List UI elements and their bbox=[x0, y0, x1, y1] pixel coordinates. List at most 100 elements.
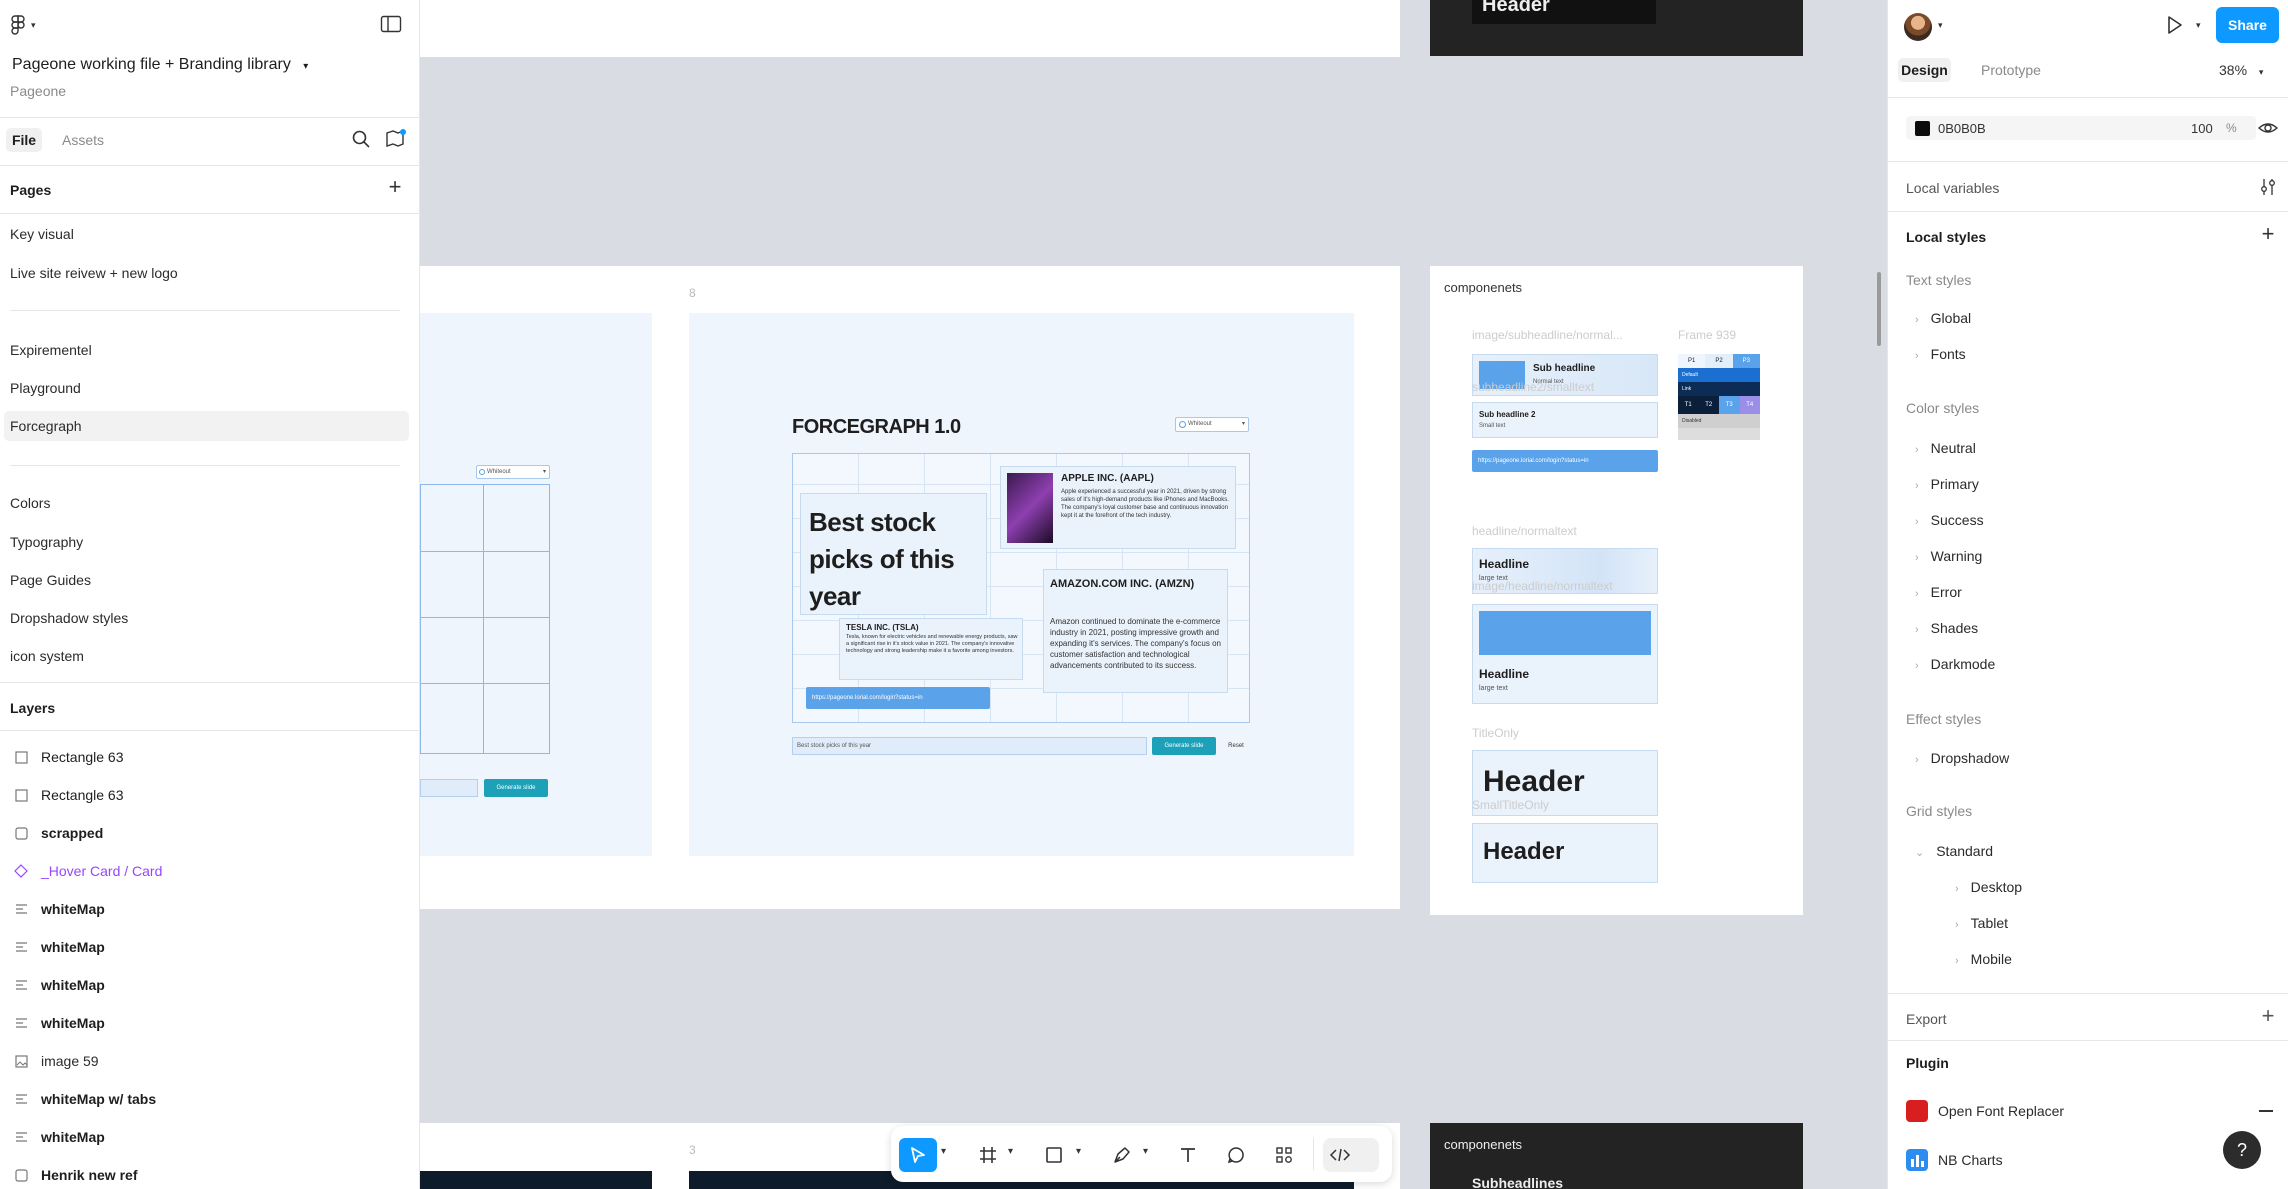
comment-tool-button[interactable] bbox=[1221, 1140, 1251, 1170]
slide-left-partial[interactable]: Whiteout ▾ Generate slide bbox=[420, 313, 652, 856]
grid-item-desktop[interactable]: › Desktop bbox=[1955, 879, 2022, 895]
reset-button[interactable]: Reset bbox=[1223, 737, 1249, 755]
tab-p2[interactable]: P2 bbox=[1705, 354, 1733, 368]
canvas[interactable]: Header 8 Whiteout ▾ Generate slide FORCE… bbox=[420, 0, 1887, 1189]
page-item-playground[interactable]: Playground bbox=[10, 380, 81, 396]
tab-design[interactable]: Design bbox=[1898, 58, 1951, 82]
page-item-icon-system[interactable]: icon system bbox=[10, 648, 84, 664]
local-variables-label[interactable]: Local variables bbox=[1906, 180, 1999, 196]
color-group-warning[interactable]: › Warning bbox=[1915, 548, 1982, 564]
fill-swatch[interactable] bbox=[1915, 121, 1930, 136]
color-group-darkmode[interactable]: › Darkmode bbox=[1915, 656, 1995, 672]
search-layers-button[interactable] bbox=[351, 129, 371, 149]
remove-plugin-button[interactable] bbox=[2259, 1110, 2273, 1112]
frame-bottom-components[interactable]: componenets Subheadlines bbox=[1430, 1123, 1803, 1189]
move-tool-button[interactable] bbox=[899, 1138, 937, 1172]
layer-row[interactable]: whiteMap bbox=[0, 928, 420, 966]
comp-frame939[interactable]: P1 P2 P3 Default Link T1 T2 T3 T4 Disabl… bbox=[1678, 354, 1760, 440]
pen-tool-caret-icon[interactable]: ▾ bbox=[1143, 1146, 1148, 1157]
tab-p1[interactable]: P1 bbox=[1678, 354, 1706, 368]
page-item-typography[interactable]: Typography bbox=[10, 534, 83, 550]
layer-row[interactable]: whiteMap bbox=[0, 966, 420, 1004]
project-name[interactable]: Pageone bbox=[10, 83, 66, 99]
pen-tool-button[interactable] bbox=[1107, 1140, 1137, 1170]
layer-row[interactable]: _Hover Card / Card bbox=[0, 852, 420, 890]
comp-card-sub-headline-2[interactable]: Sub headline 2 Small text bbox=[1472, 402, 1658, 438]
comp-url-bar[interactable]: https://pageone.lorial.com/login?status=… bbox=[1472, 450, 1658, 472]
present-button[interactable] bbox=[2163, 14, 2187, 38]
present-chevron-icon[interactable]: ▾ bbox=[2196, 20, 2201, 31]
frame-forcegraph-board[interactable]: 8 Whiteout ▾ Generate slide FORCEGRAPH 1… bbox=[420, 266, 1400, 909]
frame-top-dark[interactable]: Header bbox=[1430, 0, 1803, 56]
library-button[interactable] bbox=[384, 128, 406, 150]
page-item-live-site[interactable]: Live site reivew + new logo bbox=[10, 265, 178, 281]
add-export-button[interactable]: + bbox=[2258, 1005, 2278, 1027]
tab-t3[interactable]: T3 bbox=[1719, 396, 1740, 414]
avatar[interactable] bbox=[1904, 13, 1932, 41]
avatar-chevron-icon[interactable]: ▾ bbox=[1938, 20, 1943, 31]
dropdown-center[interactable]: Whiteout ▾ bbox=[1175, 417, 1249, 432]
color-group-neutral[interactable]: › Neutral bbox=[1915, 440, 1976, 456]
tab-t1[interactable]: T1 bbox=[1678, 396, 1699, 414]
card-apple[interactable]: APPLE INC. (AAPL) Apple experienced a su… bbox=[1000, 466, 1236, 549]
dev-mode-button[interactable] bbox=[1323, 1138, 1379, 1172]
help-button[interactable]: ? bbox=[2223, 1131, 2261, 1169]
effect-group-dropshadow[interactable]: › Dropshadow bbox=[1915, 750, 2009, 766]
frame-components[interactable]: componenets image/subheadline/normal... … bbox=[1430, 266, 1803, 915]
share-button[interactable]: Share bbox=[2216, 7, 2279, 43]
layer-row[interactable]: whiteMap bbox=[0, 890, 420, 928]
page-item-forcegraph-label[interactable]: Forcegraph bbox=[10, 418, 82, 434]
layer-row[interactable]: whiteMap bbox=[0, 1004, 420, 1042]
visibility-toggle[interactable] bbox=[2257, 118, 2279, 138]
add-page-button[interactable]: + bbox=[384, 176, 406, 199]
search-input-left[interactable] bbox=[420, 779, 478, 797]
zoom-control[interactable]: 38% ▾ bbox=[2219, 62, 2263, 78]
text-tool-button[interactable] bbox=[1173, 1140, 1203, 1170]
main-menu-button[interactable]: ▾ bbox=[10, 14, 46, 36]
url-bar[interactable]: https://pageone.lorial.com/login?status=… bbox=[806, 687, 990, 709]
page-item-colors[interactable]: Colors bbox=[10, 495, 50, 511]
grid-item-tablet[interactable]: › Tablet bbox=[1955, 915, 2008, 931]
tab-prototype[interactable]: Prototype bbox=[1981, 62, 2041, 78]
card-tesla[interactable]: TESLA INC. (TSLA) Tesla, known for elect… bbox=[839, 618, 1023, 680]
slide-search-input[interactable]: Best stock picks of this year bbox=[792, 737, 1147, 755]
page-item-key-visual[interactable]: Key visual bbox=[10, 226, 74, 242]
frame-top-strip[interactable] bbox=[420, 0, 1400, 57]
dropdown-left[interactable]: Whiteout ▾ bbox=[476, 465, 550, 479]
tab-assets[interactable]: Assets bbox=[62, 132, 104, 148]
tab-file[interactable]: File bbox=[6, 128, 42, 152]
grid-group-standard[interactable]: ⌄ Standard bbox=[1915, 843, 1993, 859]
comp-card-small-title-only[interactable]: Header bbox=[1472, 823, 1658, 883]
tab-t2[interactable]: T2 bbox=[1698, 396, 1719, 414]
card-amazon[interactable]: AMAZON.COM INC. (AMZN) Amazon continued … bbox=[1043, 569, 1228, 693]
page-item-dropshadow[interactable]: Dropshadow styles bbox=[10, 610, 128, 626]
add-style-button[interactable]: + bbox=[2258, 223, 2278, 245]
tab-p3[interactable]: P3 bbox=[1732, 354, 1760, 368]
actions-tool-button[interactable] bbox=[1269, 1140, 1299, 1170]
layer-row[interactable]: Rectangle 63 bbox=[0, 738, 420, 776]
generate-button[interactable]: Generate slide bbox=[1152, 737, 1216, 755]
style-group-global[interactable]: › Global bbox=[1915, 310, 1971, 326]
layer-row[interactable]: Rectangle 63 bbox=[0, 776, 420, 814]
color-group-success[interactable]: › Success bbox=[1915, 512, 1984, 528]
page-item-expirementel[interactable]: Expirementel bbox=[10, 342, 92, 358]
color-group-error[interactable]: › Error bbox=[1915, 584, 1962, 600]
shape-tool-button[interactable] bbox=[1039, 1140, 1069, 1170]
plugin-nb-charts[interactable]: NB Charts bbox=[1906, 1147, 2266, 1173]
layer-row[interactable]: whiteMap bbox=[0, 1118, 420, 1156]
slide-forcegraph[interactable]: FORCEGRAPH 1.0 Whiteout ▾ Best stock pic… bbox=[689, 313, 1354, 856]
fill-opacity-input[interactable]: 100 bbox=[2191, 121, 2213, 136]
layer-row[interactable]: whiteMap w/ tabs bbox=[0, 1080, 420, 1118]
comp-card-image-headline[interactable]: Headline large text bbox=[1472, 604, 1658, 704]
variables-settings-button[interactable] bbox=[2258, 177, 2278, 197]
fill-hex-input[interactable]: 0B0B0B bbox=[1938, 121, 1986, 136]
frame-tool-button[interactable] bbox=[973, 1140, 1003, 1170]
shape-tool-caret-icon[interactable]: ▾ bbox=[1076, 1146, 1081, 1157]
generate-button-left[interactable]: Generate slide bbox=[484, 779, 548, 797]
layer-row[interactable]: image 59 bbox=[0, 1042, 420, 1080]
page-item-page-guides[interactable]: Page Guides bbox=[10, 572, 91, 588]
canvas-scrollbar[interactable] bbox=[1877, 272, 1881, 346]
move-tool-caret-icon[interactable]: ▾ bbox=[941, 1146, 946, 1157]
color-group-primary[interactable]: › Primary bbox=[1915, 476, 1979, 492]
grid-item-mobile[interactable]: › Mobile bbox=[1955, 951, 2012, 967]
